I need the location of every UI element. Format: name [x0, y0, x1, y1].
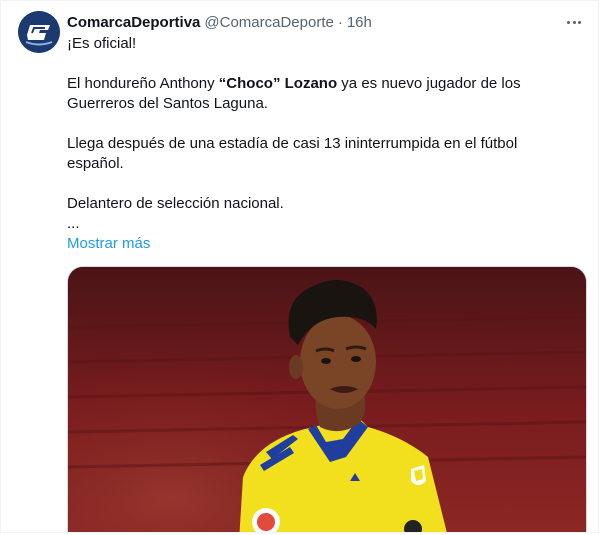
tweet-media-image[interactable] — [67, 266, 587, 532]
text-line: ¡Es oficial! — [67, 35, 137, 52]
timestamp[interactable]: 16h — [347, 14, 372, 31]
display-name[interactable]: ComarcaDeportiva — [67, 14, 200, 31]
user-handle[interactable]: @ComarcaDeporte — [204, 14, 333, 31]
tweet-text: ¡Es oficial! El hondureño Anthony “Choco… — [67, 34, 582, 254]
tweet-card[interactable]: ComarcaDeportiva @ComarcaDeporte · 16h ¡… — [0, 0, 599, 533]
show-more-link[interactable]: Mostrar más — [67, 234, 582, 254]
text-line: español. — [67, 155, 124, 172]
player-photo — [68, 267, 586, 532]
comarca-logo-icon — [18, 11, 60, 53]
bold-nickname: “Choco” — [218, 75, 281, 92]
more-dots-icon[interactable] — [563, 11, 585, 33]
bold-surname: Lozano — [284, 75, 338, 92]
text-line: Llega después de una estadía de casi 13 … — [67, 135, 518, 152]
text-line: Guerreros del Santos Laguna. — [67, 95, 268, 112]
avatar[interactable] — [18, 11, 60, 53]
separator-dot: · — [337, 13, 343, 31]
text-line: ... — [67, 215, 80, 232]
text-line: El hondureño Anthony “Choco” Lozano ya e… — [67, 74, 582, 94]
tweet-header: ComarcaDeportiva @ComarcaDeporte · 16h — [67, 12, 372, 32]
text-span: El hondureño Anthony — [67, 75, 219, 92]
text-line: Delantero de selección nacional. — [67, 195, 284, 212]
text-span: ya es nuevo jugador de los — [337, 75, 521, 92]
